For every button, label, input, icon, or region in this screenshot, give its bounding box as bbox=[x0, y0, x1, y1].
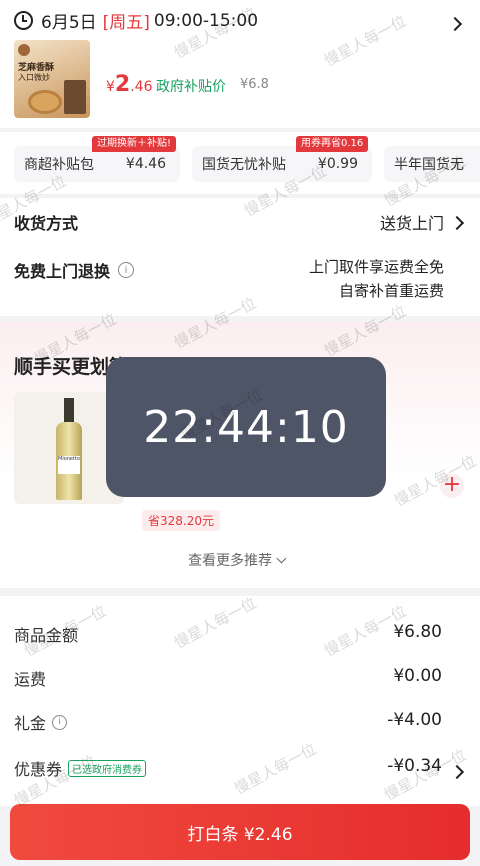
chevron-right-icon bbox=[449, 213, 465, 232]
info-icon[interactable]: i bbox=[52, 714, 68, 730]
price-currency: ¥ bbox=[106, 79, 115, 95]
returns-row: 免费上门退换 i bbox=[14, 258, 135, 282]
coupon-row[interactable]: 优惠券 已选政府消费券 bbox=[14, 756, 147, 780]
delivery-time-row[interactable]: 6月5日 [周五] 09:00-15:00 bbox=[14, 8, 258, 33]
pay-button[interactable]: 打白条 ¥2.46 bbox=[10, 804, 470, 860]
more-recommend-link[interactable]: 查看更多推荐 bbox=[188, 550, 287, 570]
promo-strip: 商超补贴包 ¥4.46 过期换新＋补贴! 国货无忧补贴 ¥0.99 用券再省0.… bbox=[0, 132, 480, 194]
promo-chip-tag: 过期换新＋补贴! bbox=[92, 136, 177, 152]
more-label: 查看更多推荐 bbox=[188, 553, 272, 569]
pay-button-label: 打白条 ¥2.46 bbox=[187, 824, 293, 845]
shipping-card: 收货方式 送货上门 免费上门退换 i 上门取件享运费全免 自寄补首重运费 bbox=[0, 198, 480, 316]
shipping-value: 送货上门 bbox=[379, 214, 444, 233]
product-price: ¥ 2 .46 bbox=[106, 72, 153, 97]
product-thumbnail[interactable]: 芝麻香酥 入口微妙 bbox=[14, 40, 90, 118]
original-price: ¥6.8 bbox=[240, 77, 269, 92]
product-card: 6月5日 [周五] 09:00-15:00 芝麻香酥 入口微妙 ¥ 2 .46 … bbox=[0, 0, 480, 128]
drink-image bbox=[64, 80, 86, 114]
promo-chip-label: 国货无忧补贴 bbox=[202, 157, 286, 173]
delivery-date: 6月5日 bbox=[41, 13, 97, 33]
coupon-value: -¥0.34 bbox=[387, 756, 442, 776]
cookie-image bbox=[28, 90, 62, 114]
promo-chip-price: ¥0.99 bbox=[317, 156, 358, 172]
price-dec: .46 bbox=[130, 79, 153, 95]
overlay-time: 22:44:10 bbox=[143, 401, 349, 453]
delivery-weekday: [周五] bbox=[102, 13, 150, 33]
time-overlay: 22:44:10 bbox=[106, 357, 386, 497]
returns-line-2: 自寄补首重运费 bbox=[338, 282, 444, 300]
chevron-right-icon[interactable] bbox=[447, 14, 463, 33]
freight-label: 运费 bbox=[14, 670, 47, 689]
freight-value: ¥0.00 bbox=[393, 666, 442, 686]
shipping-label: 收货方式 bbox=[14, 214, 79, 233]
summary-card: 商品金额 ¥6.80 运费 ¥0.00 礼金 i -¥4.00 优惠券 已选政府… bbox=[0, 596, 480, 806]
returns-line-1: 上门取件享运费全免 bbox=[308, 258, 444, 276]
coupon-badge: 已选政府消费券 bbox=[68, 759, 147, 777]
add-icon[interactable]: + bbox=[440, 474, 464, 498]
bottle-label: Mionetto bbox=[58, 456, 80, 474]
price-int: 2 bbox=[114, 72, 131, 97]
gift-row: 礼金 i bbox=[14, 710, 68, 734]
goods-value: ¥6.80 bbox=[393, 622, 442, 642]
chevron-down-icon bbox=[276, 553, 287, 563]
info-icon[interactable]: i bbox=[118, 262, 135, 278]
promo-chip-price: ¥4.46 bbox=[125, 156, 166, 172]
promo-chip-label: 商超补贴包 bbox=[24, 157, 94, 173]
delivery-time: 09:00-15:00 bbox=[153, 10, 259, 31]
price-note: 政府补贴价 bbox=[156, 79, 226, 95]
thumb-text-2: 入口微妙 bbox=[18, 73, 50, 82]
coupon-label: 优惠券 bbox=[14, 760, 63, 779]
chevron-right-icon[interactable] bbox=[449, 762, 465, 781]
shipping-method[interactable]: 送货上门 bbox=[379, 210, 465, 234]
goods-label: 商品金额 bbox=[14, 626, 79, 645]
promo-chip-label: 半年国货无 bbox=[394, 157, 464, 173]
promo-chip-3[interactable]: 半年国货无 bbox=[384, 146, 480, 182]
save-amount: 省328.20元 bbox=[142, 510, 220, 531]
promo-chip-tag: 用券再省0.16 bbox=[296, 136, 369, 152]
returns-label: 免费上门退换 bbox=[14, 262, 111, 281]
gift-value: -¥4.00 bbox=[387, 710, 442, 730]
clock-icon bbox=[14, 11, 33, 30]
gift-label: 礼金 bbox=[14, 714, 47, 733]
brand-logo-icon bbox=[18, 44, 30, 56]
